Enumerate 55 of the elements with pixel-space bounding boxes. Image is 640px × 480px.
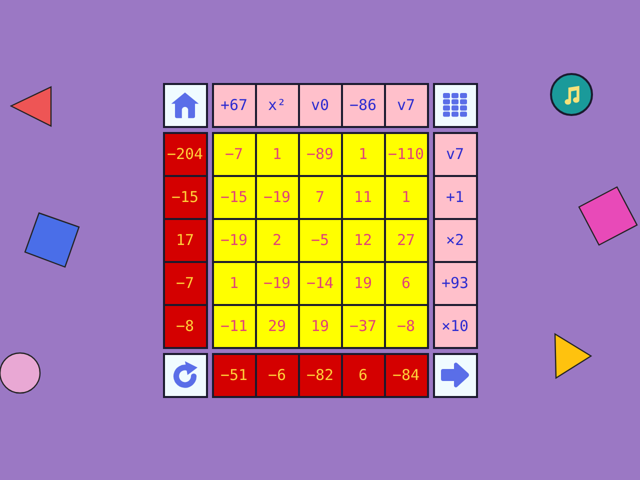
grid-cell: 27 xyxy=(386,220,426,260)
grid-cell: −110 xyxy=(386,134,426,174)
grid-icon xyxy=(442,92,468,118)
operation-tile[interactable]: ×2 xyxy=(434,220,476,260)
next-button[interactable] xyxy=(432,352,478,398)
grid-cell: 11 xyxy=(342,176,384,218)
operation-tile[interactable]: ×10 xyxy=(434,306,476,346)
grid-cell: −19 xyxy=(256,262,298,304)
total-cell: −82 xyxy=(300,354,340,396)
grid-cell: −11 xyxy=(214,306,254,346)
total-cell: 6 xyxy=(342,354,384,396)
grid-cell: −14 xyxy=(300,262,340,304)
grid-cell: 1 xyxy=(386,176,426,218)
total-cell: −51 xyxy=(214,354,254,396)
operation-tile[interactable]: v7 xyxy=(434,134,476,174)
total-cell: −15 xyxy=(164,176,206,218)
grid-cell: −7 xyxy=(214,134,254,174)
operation-tile[interactable]: v0 xyxy=(300,84,340,126)
restart-button[interactable] xyxy=(162,352,208,398)
grid-cell: −37 xyxy=(342,306,384,346)
grid-cell: 19 xyxy=(342,262,384,304)
grid-cell: 1 xyxy=(256,134,298,174)
triangle-shape xyxy=(553,333,593,379)
grid-cell: 1 xyxy=(342,134,384,174)
grid-cell: 1 xyxy=(214,262,254,304)
grid-cell: −19 xyxy=(256,176,298,218)
operation-tile[interactable]: +93 xyxy=(434,262,476,304)
grid-cell: 12 xyxy=(342,220,384,260)
grid-cell: −8 xyxy=(386,306,426,346)
music-button[interactable] xyxy=(550,73,593,116)
total-cell: 17 xyxy=(164,220,206,260)
total-cell: −204 xyxy=(164,134,206,174)
grid-cell: −5 xyxy=(300,220,340,260)
operation-tile[interactable]: +67 xyxy=(214,84,254,126)
menu-button[interactable] xyxy=(432,82,478,128)
total-cell: −6 xyxy=(256,354,298,396)
grid-cell: 19 xyxy=(300,306,340,346)
operation-tile[interactable]: +1 xyxy=(434,176,476,218)
total-cell: −84 xyxy=(386,354,426,396)
arrow-right-icon xyxy=(440,361,470,389)
grid-cell: −19 xyxy=(214,220,254,260)
home-button[interactable] xyxy=(162,82,208,128)
operation-tile[interactable]: −86 xyxy=(342,84,384,126)
grid-cell: 2 xyxy=(256,220,298,260)
operation-tile[interactable]: x² xyxy=(256,84,298,126)
grid-cell: 7 xyxy=(300,176,340,218)
grid-cell: 6 xyxy=(386,262,426,304)
total-cell: −8 xyxy=(164,306,206,346)
operation-tile[interactable]: v7 xyxy=(386,84,426,126)
total-cell: −7 xyxy=(164,262,206,304)
grid-cell: −15 xyxy=(214,176,254,218)
grid-cell: 29 xyxy=(256,306,298,346)
home-icon xyxy=(170,90,200,120)
triangle-shape xyxy=(10,86,54,128)
grid-cell: −89 xyxy=(300,134,340,174)
